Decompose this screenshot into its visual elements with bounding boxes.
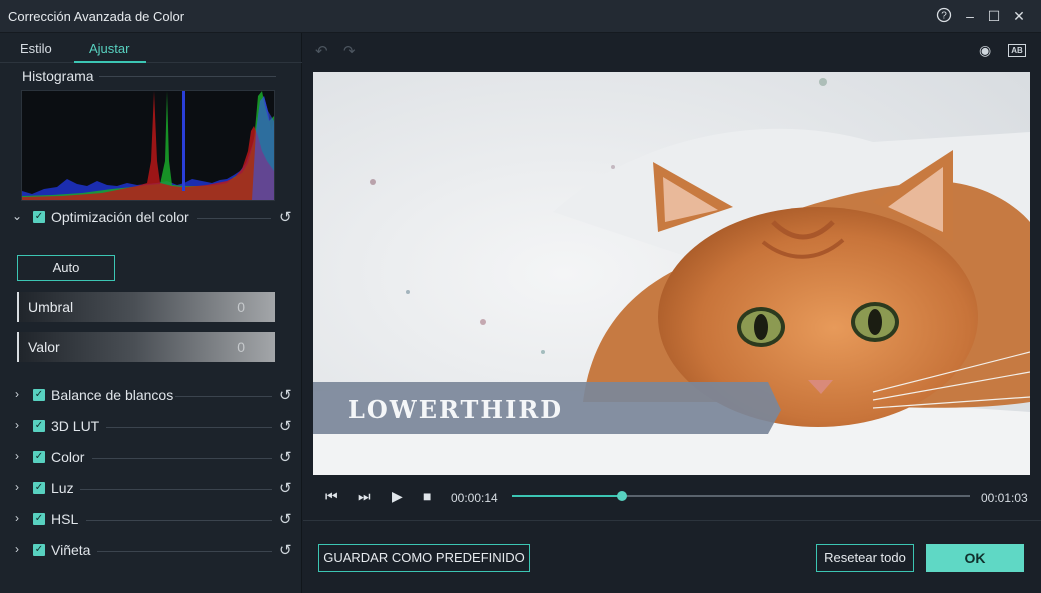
close-icon: ✕ <box>1013 8 1025 24</box>
timeline-progress <box>512 495 622 497</box>
chevron-right-icon[interactable]: › <box>12 480 22 494</box>
compare-ab-icon[interactable]: AB <box>1008 44 1026 57</box>
divider <box>197 218 271 219</box>
total-time: 00:01:03 <box>981 491 1028 505</box>
section-label: HSL <box>51 511 79 527</box>
reset-icon[interactable]: ↺ <box>279 386 292 404</box>
threshold-label: Umbral <box>28 299 74 315</box>
divider <box>175 396 272 397</box>
window-title: Corrección Avanzada de Color <box>8 9 185 24</box>
active-tab-indicator <box>74 61 146 63</box>
preview-image: LOWERTHIRD <box>313 72 1030 475</box>
title-bar: Corrección Avanzada de Color ? – ☐ ✕ <box>0 0 1041 33</box>
section-label: Color <box>51 449 85 465</box>
ok-button[interactable]: OK <box>926 544 1024 572</box>
minimize-icon: – <box>966 8 974 24</box>
divider <box>80 489 272 490</box>
threshold-value: 0 <box>237 299 245 315</box>
threshold-slider[interactable]: Umbral 0 <box>17 292 275 322</box>
histogram <box>21 90 275 201</box>
minimize-button[interactable]: – <box>961 7 979 25</box>
divider <box>97 551 272 552</box>
current-time: 00:00:14 <box>451 491 498 505</box>
section-hsl[interactable]: › ✓ HSL ↺ <box>0 509 302 531</box>
save-preset-button[interactable]: GUARDAR COMO PREDEFINIDO <box>318 544 530 572</box>
reset-icon[interactable]: ↺ <box>279 541 292 559</box>
color-optimization-header[interactable]: ⌄ ✓ Optimización del color ↺ <box>0 207 302 229</box>
lowerthird-text: LOWERTHIRD <box>348 395 563 424</box>
section-label: Viñeta <box>51 542 91 558</box>
hsl-checkbox[interactable]: ✓ <box>33 513 45 525</box>
light-checkbox[interactable]: ✓ <box>33 482 45 494</box>
close-button[interactable]: ✕ <box>1010 7 1028 25</box>
eye-icon[interactable]: ◉ <box>979 42 991 59</box>
histogram-graph <box>22 91 274 200</box>
maximize-button[interactable]: ☐ <box>985 7 1003 25</box>
chevron-right-icon[interactable]: › <box>12 511 22 525</box>
amount-label: Valor <box>28 339 60 355</box>
divider <box>86 520 272 521</box>
tab-bar: Estilo Ajustar <box>0 33 302 63</box>
chevron-right-icon[interactable]: › <box>12 542 22 556</box>
reset-icon[interactable]: ↺ <box>279 510 292 528</box>
chevron-down-icon[interactable]: ⌄ <box>12 209 22 223</box>
timeline-scrubber[interactable] <box>512 491 970 501</box>
section-light[interactable]: › ✓ Luz ↺ <box>0 478 302 500</box>
section-label: Balance de blancos <box>51 387 174 403</box>
chevron-right-icon[interactable]: › <box>12 418 22 432</box>
color-checkbox[interactable]: ✓ <box>33 451 45 463</box>
vignette-checkbox[interactable]: ✓ <box>33 544 45 556</box>
white-balance-checkbox[interactable]: ✓ <box>33 389 45 401</box>
reset-icon[interactable]: ↺ <box>279 448 292 466</box>
maximize-icon: ☐ <box>987 8 1001 24</box>
help-icon: ? <box>936 7 952 23</box>
section-label: Luz <box>51 480 74 496</box>
tab-style[interactable]: Estilo <box>20 41 52 56</box>
section-3d-lut[interactable]: › ✓ 3D LUT ↺ <box>0 416 302 438</box>
preview-panel: ↶ ↷ ◉ AB LOWERTHIRD ⏮ ⏭ ▶ ■ 00:00:14 00:… <box>303 33 1041 593</box>
redo-icon[interactable]: ↷ <box>343 42 356 60</box>
help-button[interactable]: ? <box>935 7 953 25</box>
section-white-balance[interactable]: › ✓ Balance de blancos ↺ <box>0 385 302 407</box>
chevron-right-icon[interactable]: › <box>12 449 22 463</box>
section-color[interactable]: › ✓ Color ↺ <box>0 447 302 469</box>
stop-icon[interactable]: ■ <box>423 488 431 504</box>
divider <box>106 427 272 428</box>
divider <box>99 76 276 77</box>
undo-icon[interactable]: ↶ <box>315 42 328 60</box>
divider <box>303 520 1041 521</box>
previous-frame-icon[interactable]: ⏮ <box>325 488 338 505</box>
reset-icon[interactable]: ↺ <box>279 417 292 435</box>
chevron-right-icon[interactable]: › <box>12 387 22 401</box>
color-optimization-checkbox[interactable]: ✓ <box>33 211 45 223</box>
section-label: 3D LUT <box>51 418 100 434</box>
play-icon[interactable]: ▶ <box>392 488 403 505</box>
amount-slider[interactable]: Valor 0 <box>17 332 275 362</box>
3d-lut-checkbox[interactable]: ✓ <box>33 420 45 432</box>
svg-text:?: ? <box>941 11 947 22</box>
next-frame-icon[interactable]: ⏭ <box>358 488 371 505</box>
color-optimization-label: Optimización del color <box>51 209 189 225</box>
adjust-panel: Estilo Ajustar Histograma ⌄ ✓ Optimizaci… <box>0 33 302 593</box>
section-vignette[interactable]: › ✓ Viñeta ↺ <box>0 540 302 562</box>
reset-icon[interactable]: ↺ <box>279 208 292 226</box>
tab-adjust[interactable]: Ajustar <box>89 41 129 56</box>
histogram-label: Histograma <box>22 68 94 84</box>
amount-value: 0 <box>237 339 245 355</box>
timeline-handle[interactable] <box>616 491 627 501</box>
divider <box>92 458 272 459</box>
reset-icon[interactable]: ↺ <box>279 479 292 497</box>
reset-all-button[interactable]: Resetear todo <box>816 544 914 572</box>
auto-button[interactable]: Auto <box>17 255 115 281</box>
video-preview: LOWERTHIRD <box>313 72 1030 475</box>
